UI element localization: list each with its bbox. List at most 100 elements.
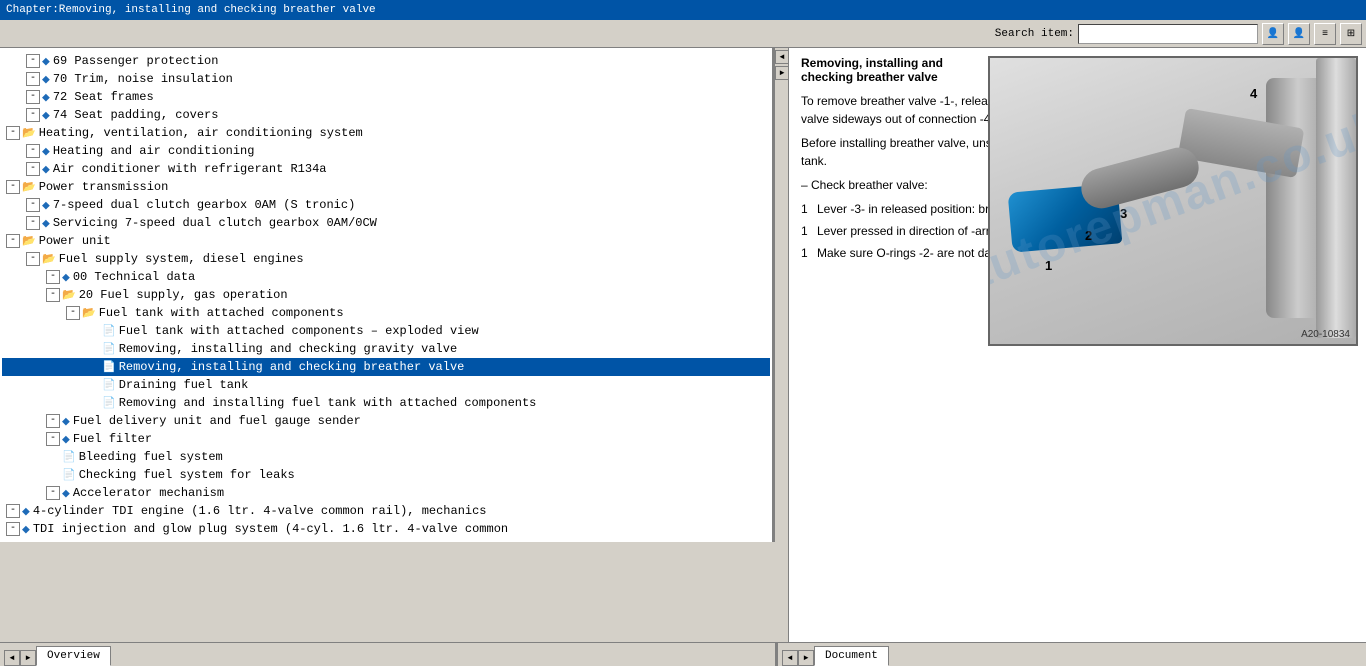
- tree-label-22: Fuel filter: [73, 432, 152, 446]
- tree-item-7[interactable]: -◆Air conditioner with refrigerant R134a: [2, 160, 770, 178]
- tree-label-13: 00 Technical data: [73, 270, 195, 284]
- tree-item-26[interactable]: -◆4-cylinder TDI engine (1.6 ltr. 4-valv…: [2, 502, 770, 520]
- tree-item-17[interactable]: 📄Removing, installing and checking gravi…: [2, 340, 770, 358]
- tree-label-1: 69 Passenger protection: [53, 54, 219, 68]
- tree-label-2: 70 Trim, noise insulation: [53, 72, 233, 86]
- title-bar: Chapter:Removing, installing and checkin…: [0, 0, 1366, 20]
- blue-diamond-icon-2: ◆: [42, 72, 50, 87]
- tree-item-5[interactable]: -📂Heating, ventilation, air conditioning…: [2, 124, 770, 142]
- tree-content: -◆69 Passenger protection-◆70 Trim, nois…: [0, 48, 772, 542]
- tree-item-15[interactable]: -📂Fuel tank with attached components: [2, 304, 770, 322]
- expand-icon-21[interactable]: -: [46, 414, 60, 428]
- scroll-left-btn[interactable]: ◄: [4, 650, 20, 666]
- tree-label-15: Fuel tank with attached components: [99, 306, 344, 320]
- tree-item-20[interactable]: 📄Removing and installing fuel tank with …: [2, 394, 770, 412]
- blue-diamond-icon-13: ◆: [62, 270, 70, 285]
- user-btn-1[interactable]: 👤: [1262, 23, 1284, 45]
- expand-icon-1[interactable]: -: [26, 54, 40, 68]
- tree-label-4: 74 Seat padding, covers: [53, 108, 219, 122]
- tree-item-22[interactable]: -◆Fuel filter: [2, 430, 770, 448]
- tree-label-25: Accelerator mechanism: [73, 486, 224, 500]
- expand-icon-25[interactable]: -: [46, 486, 60, 500]
- image-ref: A20-10834: [1301, 329, 1350, 340]
- tree-label-5: Heating, ventilation, air conditioning s…: [39, 126, 363, 140]
- tree-label-3: 72 Seat frames: [53, 90, 154, 104]
- blue-diamond-icon-22: ◆: [62, 432, 70, 447]
- nav-prev[interactable]: ◄: [775, 50, 789, 64]
- blue-diamond-icon-1: ◆: [42, 54, 50, 69]
- tree-label-10: Servicing 7-speed dual clutch gearbox 0A…: [53, 216, 377, 230]
- expand-icon-13[interactable]: -: [46, 270, 60, 284]
- expand-icon-2[interactable]: -: [26, 72, 40, 86]
- toolbar: Search item: 👤 👤 ≡ ⊞: [0, 20, 1366, 48]
- doc-scroll-left[interactable]: ◄: [782, 650, 798, 666]
- tree-item-10[interactable]: -◆Servicing 7-speed dual clutch gearbox …: [2, 214, 770, 232]
- tree-label-14: 20 Fuel supply, gas operation: [79, 288, 288, 302]
- tree-item-21[interactable]: -◆Fuel delivery unit and fuel gauge send…: [2, 412, 770, 430]
- tree-item-18[interactable]: 📄Removing, installing and checking breat…: [2, 358, 770, 376]
- scroll-right-btn[interactable]: ►: [20, 650, 36, 666]
- tree-item-23[interactable]: 📄Bleeding fuel system: [2, 448, 770, 466]
- blue-diamond-icon-25: ◆: [62, 486, 70, 501]
- doc-icon-19: 📄: [102, 378, 116, 392]
- bottom-left: ◄ ► Overview: [0, 643, 775, 666]
- expand-icon-6[interactable]: -: [26, 144, 40, 158]
- tree-label-11: Power unit: [39, 234, 111, 248]
- expand-icon-9[interactable]: -: [26, 198, 40, 212]
- nav-arrows: ◄ ►: [775, 48, 789, 642]
- expand-icon-7[interactable]: -: [26, 162, 40, 176]
- tree-item-24[interactable]: 📄Checking fuel system for leaks: [2, 466, 770, 484]
- tree-item-2[interactable]: -◆70 Trim, noise insulation: [2, 70, 770, 88]
- expand-icon-14[interactable]: -: [46, 288, 60, 302]
- tree-item-13[interactable]: -◆00 Technical data: [2, 268, 770, 286]
- blue-diamond-icon-21: ◆: [62, 414, 70, 429]
- blue-diamond-icon-4: ◆: [42, 108, 50, 123]
- tree-item-4[interactable]: -◆74 Seat padding, covers: [2, 106, 770, 124]
- technical-image: 1 2 3 4 autorepman.co.uk A20-10834: [988, 56, 1358, 346]
- expand-icon-5[interactable]: -: [6, 126, 20, 140]
- tree-item-25[interactable]: -◆Accelerator mechanism: [2, 484, 770, 502]
- tree-item-11[interactable]: -📂Power unit: [2, 232, 770, 250]
- tree-item-12[interactable]: -📂Fuel supply system, diesel engines: [2, 250, 770, 268]
- bottom-right: ◄ ► Document: [778, 643, 1366, 666]
- tree-label-6: Heating and air conditioning: [53, 144, 255, 158]
- tree-item-14[interactable]: -📂20 Fuel supply, gas operation: [2, 286, 770, 304]
- doc-scroll-right[interactable]: ►: [798, 650, 814, 666]
- tree-label-9: 7-speed dual clutch gearbox 0AM (S troni…: [53, 198, 355, 212]
- tree-item-9[interactable]: -◆7-speed dual clutch gearbox 0AM (S tro…: [2, 196, 770, 214]
- tab-document[interactable]: Document: [814, 646, 889, 666]
- nav-next[interactable]: ►: [775, 66, 789, 80]
- img-label-4: 4: [1250, 86, 1257, 101]
- expand-icon-3[interactable]: -: [26, 90, 40, 104]
- blue-diamond-icon-3: ◆: [42, 90, 50, 105]
- tab-overview[interactable]: Overview: [36, 646, 111, 666]
- tree-item-1[interactable]: -◆69 Passenger protection: [2, 52, 770, 70]
- folder-icon-14: 📂: [62, 288, 76, 302]
- tree-label-12: Fuel supply system, diesel engines: [59, 252, 304, 266]
- tree-item-19[interactable]: 📄Draining fuel tank: [2, 376, 770, 394]
- options-btn[interactable]: ⊞: [1340, 23, 1362, 45]
- tree-label-18: Removing, installing and checking breath…: [119, 360, 465, 374]
- tree-label-7: Air conditioner with refrigerant R134a: [53, 162, 327, 176]
- tree-item-6[interactable]: -◆Heating and air conditioning: [2, 142, 770, 160]
- expand-icon-11[interactable]: -: [6, 234, 20, 248]
- expand-icon-4[interactable]: -: [26, 108, 40, 122]
- user-btn-2[interactable]: 👤: [1288, 23, 1310, 45]
- tree-item-16[interactable]: 📄Fuel tank with attached components – ex…: [2, 322, 770, 340]
- expand-icon-12[interactable]: -: [26, 252, 40, 266]
- folder-icon-15: 📂: [82, 306, 96, 320]
- tree-item-3[interactable]: -◆72 Seat frames: [2, 88, 770, 106]
- tree-item-27[interactable]: -◆TDI injection and glow plug system (4-…: [2, 520, 770, 538]
- tree-item-8[interactable]: -📂Power transmission: [2, 178, 770, 196]
- expand-icon-10[interactable]: -: [26, 216, 40, 230]
- doc-area: 1 2 3 4 autorepman.co.uk A20-10834 Remov…: [789, 48, 1366, 642]
- search-input[interactable]: [1078, 24, 1258, 44]
- expand-icon-8[interactable]: -: [6, 180, 20, 194]
- tree-panel: -◆69 Passenger protection-◆70 Trim, nois…: [0, 48, 775, 542]
- expand-icon-27[interactable]: -: [6, 522, 20, 536]
- expand-icon-15[interactable]: -: [66, 306, 80, 320]
- menu-btn[interactable]: ≡: [1314, 23, 1336, 45]
- expand-icon-22[interactable]: -: [46, 432, 60, 446]
- tree-label-27: TDI injection and glow plug system (4-cy…: [33, 522, 508, 536]
- expand-icon-26[interactable]: -: [6, 504, 20, 518]
